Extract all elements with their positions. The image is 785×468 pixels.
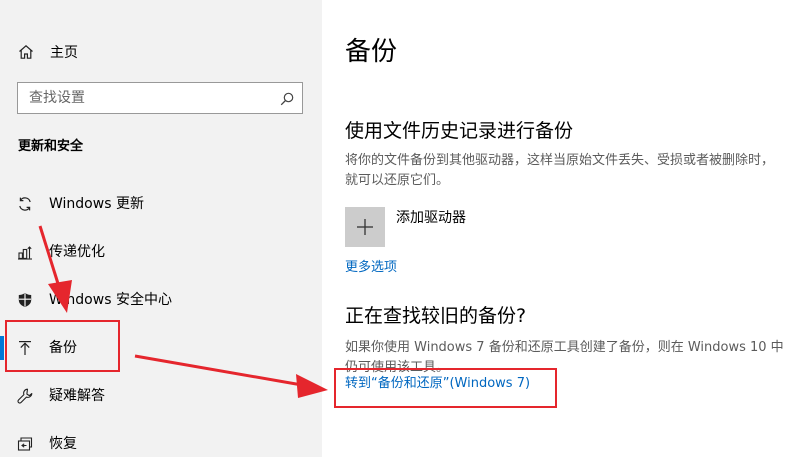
sidebar-item-troubleshoot[interactable]: 疑难解答 (0, 372, 322, 420)
sidebar-item-label: Windows 安全中心 (49, 292, 172, 308)
search-icon[interactable] (280, 91, 294, 106)
sidebar-item-windows-update[interactable]: Windows 更新 (0, 180, 322, 228)
wrench-icon (17, 388, 33, 404)
sidebar-item-label: 疑难解答 (49, 388, 105, 404)
add-drive-tile (345, 207, 385, 247)
sidebar-item-recovery[interactable]: 恢复 (0, 420, 322, 468)
shield-icon (17, 292, 33, 308)
add-drive-label: 添加驱动器 (396, 210, 466, 226)
section-title: 更新和安全 (18, 139, 84, 154)
annotation-highlight-backup (5, 320, 120, 372)
delivery-optimization-icon (17, 244, 33, 260)
file-history-heading: 使用文件历史记录进行备份 (345, 120, 574, 142)
recovery-icon (17, 436, 33, 452)
active-indicator (0, 336, 4, 360)
search-box (17, 82, 303, 114)
home-icon (18, 44, 34, 60)
home-nav-item[interactable]: 主页 (18, 40, 78, 64)
sidebar-item-label: Windows 更新 (49, 196, 144, 212)
search-input[interactable] (18, 83, 274, 113)
plus-icon (357, 219, 373, 235)
file-history-description: 将你的文件备份到其他驱动器，这样当原始文件丢失、受损或者被删除时，就可以还原它们… (345, 153, 775, 188)
sync-icon (17, 196, 33, 212)
sidebar-item-label: 恢复 (49, 436, 77, 452)
more-options-link[interactable]: 更多选项 (345, 259, 397, 277)
add-drive-button[interactable]: 添加驱动器 (345, 207, 466, 247)
annotation-highlight-link (334, 368, 557, 408)
sidebar-item-delivery-optimization[interactable]: 传递优化 (0, 228, 322, 276)
older-backup-heading: 正在查找较旧的备份? (345, 305, 527, 327)
sidebar: 主页 更新和安全 Windows 更新 (0, 0, 322, 457)
page-title: 备份 (345, 37, 398, 67)
sidebar-item-label: 传递优化 (49, 244, 105, 260)
sidebar-item-windows-security[interactable]: Windows 安全中心 (0, 276, 322, 324)
home-label: 主页 (50, 45, 78, 61)
